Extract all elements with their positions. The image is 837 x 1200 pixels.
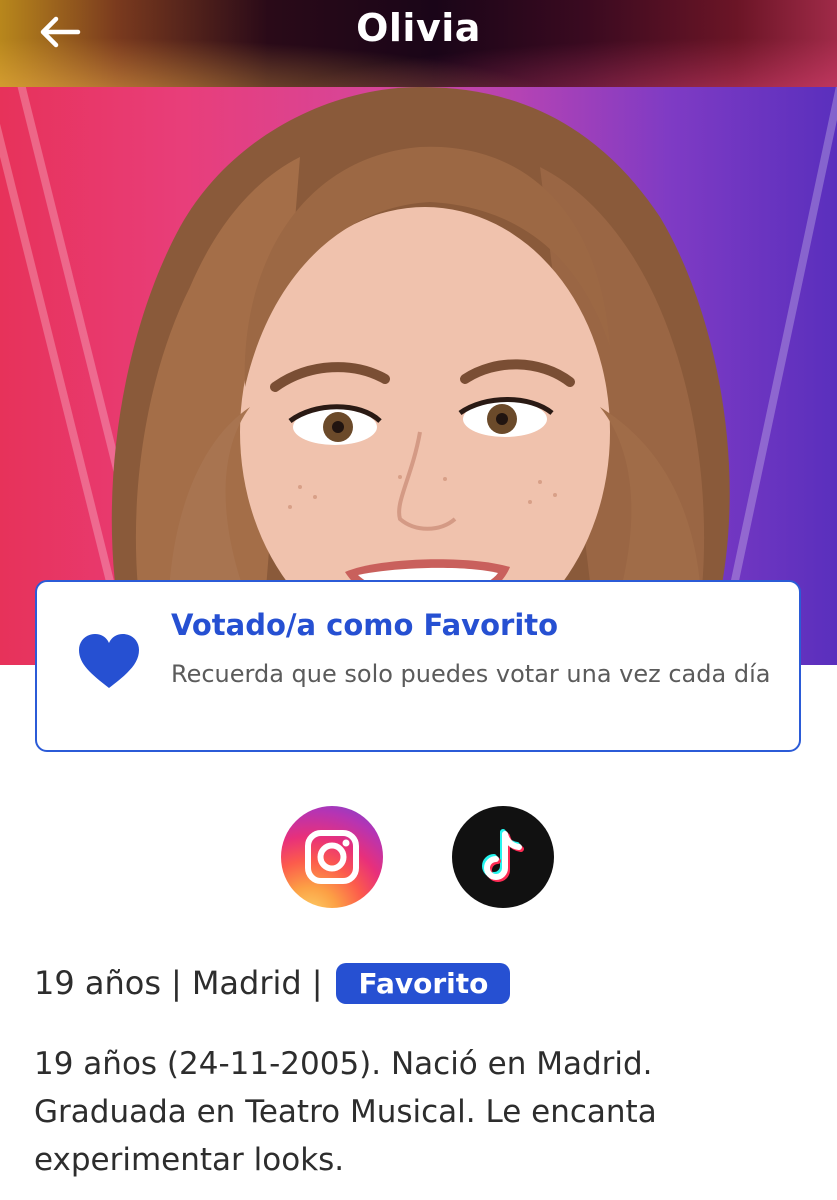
vote-confirmation-card: Votado/a como Favorito Recuerda que solo… bbox=[35, 580, 801, 752]
instagram-button[interactable] bbox=[281, 806, 383, 908]
separator: | bbox=[171, 964, 182, 1002]
vote-title: Votado/a como Favorito bbox=[171, 608, 559, 642]
contestant-meta: 19 años | Madrid | Favorito bbox=[34, 958, 511, 1008]
status-badge: Favorito bbox=[336, 962, 511, 1004]
vote-message: Recuerda que solo puedes votar una vez c… bbox=[171, 660, 771, 688]
tiktok-button[interactable] bbox=[452, 806, 554, 908]
tiktok-icon bbox=[482, 829, 524, 882]
bio-text: 19 años (24-11-2005). Nació en Madrid. G… bbox=[34, 1046, 657, 1178]
age-label: 19 años bbox=[34, 964, 162, 1002]
hero-banner bbox=[0, 87, 837, 665]
heart-icon bbox=[79, 634, 139, 688]
page-title: Olivia bbox=[356, 6, 481, 50]
city-label: Madrid bbox=[191, 964, 302, 1002]
portrait-photo bbox=[111, 87, 730, 665]
instagram-icon bbox=[305, 830, 359, 884]
separator: | bbox=[311, 964, 323, 1002]
top-app-bar: Olivia bbox=[0, 0, 837, 87]
